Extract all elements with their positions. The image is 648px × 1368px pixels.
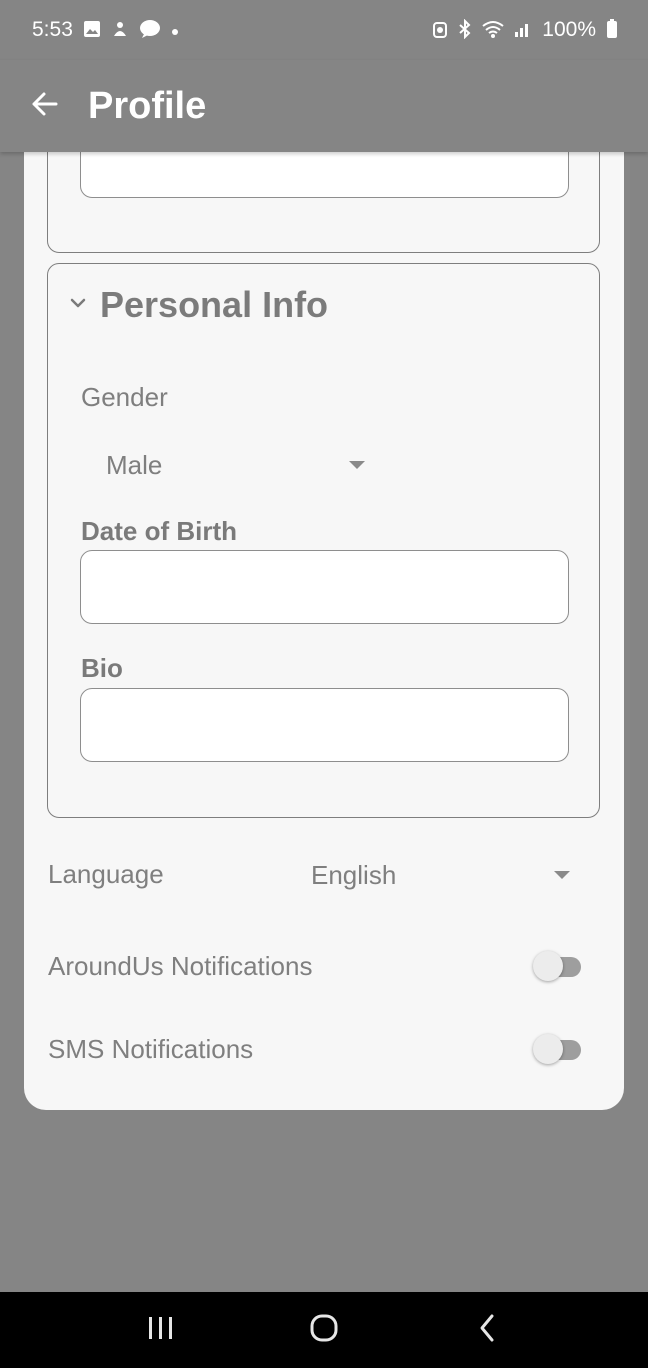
battery-level: 100% bbox=[542, 18, 596, 41]
app-bar: Profile bbox=[0, 60, 648, 152]
recent-apps-icon bbox=[147, 1315, 175, 1346]
toggle-thumb bbox=[533, 951, 563, 981]
home-icon bbox=[309, 1313, 339, 1348]
recent-apps-button[interactable] bbox=[131, 1300, 191, 1360]
language-label: Language bbox=[48, 859, 164, 889]
status-right: 100% bbox=[432, 18, 618, 42]
language-value: English bbox=[311, 859, 397, 890]
dropdown-arrow-icon bbox=[349, 461, 365, 469]
status-left: 5:53 bbox=[32, 18, 179, 42]
chat-icon bbox=[139, 19, 161, 42]
back-button[interactable] bbox=[24, 86, 64, 126]
aroundus-notifications-toggle[interactable] bbox=[533, 951, 583, 981]
sms-notifications-toggle[interactable] bbox=[533, 1034, 583, 1064]
gender-value: Male bbox=[106, 449, 163, 480]
personal-info-title: Personal Info bbox=[100, 284, 329, 325]
gender-dropdown[interactable]: Male bbox=[106, 448, 372, 482]
alarm-icon bbox=[432, 19, 448, 42]
dob-label: Date of Birth bbox=[81, 516, 237, 546]
status-time: 5:53 bbox=[32, 18, 73, 41]
signal-icon bbox=[514, 20, 532, 41]
home-button[interactable] bbox=[294, 1300, 354, 1360]
wifi-icon bbox=[482, 20, 504, 41]
system-nav-bar bbox=[0, 1292, 648, 1368]
bio-field[interactable] bbox=[80, 688, 569, 762]
toggle-thumb bbox=[533, 1034, 563, 1064]
chevron-down-icon bbox=[70, 296, 86, 314]
dropdown-arrow-icon bbox=[554, 871, 570, 879]
status-bar: 5:53 100% bbox=[0, 0, 648, 60]
dot-icon bbox=[171, 21, 179, 39]
profile-sheet: Personal Info Gender Male Date of Birth … bbox=[24, 152, 624, 1110]
arrow-left-icon bbox=[29, 89, 59, 124]
app-icon bbox=[111, 20, 129, 41]
bio-label: Bio bbox=[81, 653, 123, 683]
gallery-icon bbox=[83, 20, 101, 41]
gender-label: Gender bbox=[81, 382, 168, 412]
back-nav-button[interactable] bbox=[457, 1300, 517, 1360]
personal-info-header[interactable]: Personal Info bbox=[70, 284, 328, 326]
back-chevron-icon bbox=[477, 1313, 497, 1348]
page-title: Profile bbox=[88, 84, 207, 127]
previous-text-field[interactable] bbox=[80, 152, 569, 198]
battery-icon bbox=[606, 18, 618, 42]
language-dropdown[interactable]: English bbox=[311, 858, 579, 892]
bluetooth-icon bbox=[458, 18, 472, 42]
dob-field[interactable] bbox=[80, 550, 569, 624]
aroundus-notifications-label: AroundUs Notifications bbox=[48, 951, 313, 981]
sms-notifications-label: SMS Notifications bbox=[48, 1034, 254, 1064]
